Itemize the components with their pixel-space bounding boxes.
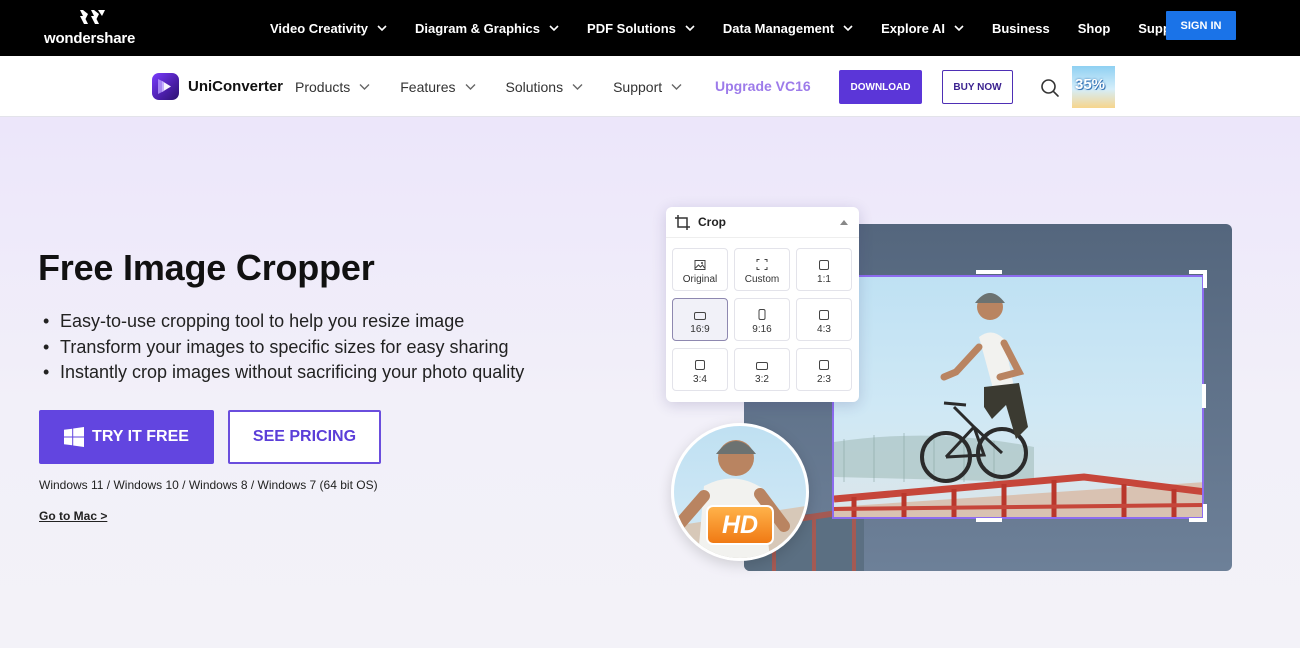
crop-corner-top-right[interactable] xyxy=(1189,270,1207,288)
chevron-down-icon xyxy=(465,84,475,90)
product-nav-item-features[interactable]: Features xyxy=(400,79,475,95)
crop-corner-bottom-right[interactable] xyxy=(1189,504,1207,522)
global-nav-bar: wondershare Video Creativity Diagram & Gr… xyxy=(0,0,1300,56)
crop-ratio-label: 16:9 xyxy=(690,324,710,335)
crop-ratio-label: 3:2 xyxy=(755,374,769,385)
crop-ratio-option[interactable]: Custom xyxy=(734,248,790,291)
global-nav-item-pdf-solutions[interactable]: PDF Solutions xyxy=(587,21,695,36)
global-nav-item-video-creativity[interactable]: Video Creativity xyxy=(270,21,387,36)
crop-ratio-label: 1:1 xyxy=(817,274,831,285)
chevron-down-icon xyxy=(359,84,370,90)
product-nav-label: Products xyxy=(295,78,351,95)
wondershare-logo[interactable]: wondershare xyxy=(44,8,138,48)
go-to-mac-link[interactable]: Go to Mac > xyxy=(39,509,107,523)
hd-badge: HD xyxy=(706,505,774,545)
try-it-free-button[interactable]: TRY IT FREE xyxy=(39,410,214,464)
global-nav-label: Video Creativity xyxy=(270,20,369,36)
chevron-down-icon xyxy=(954,25,964,32)
crop-handle-top[interactable] xyxy=(976,270,1002,274)
crop-ratio-option[interactable]: Original xyxy=(672,248,728,291)
global-nav-item-explore-ai[interactable]: Explore AI xyxy=(881,21,964,36)
chevron-down-icon xyxy=(549,25,559,32)
product-nav-item-products[interactable]: Products xyxy=(295,79,370,95)
square-icon xyxy=(819,307,829,325)
crop-panel: Crop Original Custom 1:1 16:9 9:16 4:3 3:4 3:2 2… xyxy=(666,207,859,402)
buy-now-button[interactable]: BUY NOW xyxy=(942,70,1013,104)
crop-ratio-option[interactable]: 4:3 xyxy=(796,298,852,341)
wondershare-wordmark: wondershare xyxy=(44,30,136,47)
custom-frame-icon xyxy=(756,257,768,275)
os-compatibility-note: Windows 11 / Windows 10 / Windows 8 / Wi… xyxy=(39,478,378,492)
uniconverter-logo-icon[interactable] xyxy=(152,73,179,100)
promo-banner[interactable]: 35% xyxy=(1072,66,1115,108)
chevron-down-icon xyxy=(572,84,583,90)
square-icon xyxy=(695,357,705,375)
product-nav-menu: Products Features Solutions Support xyxy=(295,56,712,117)
crop-handle-right[interactable] xyxy=(1202,384,1206,408)
crop-panel-title: Crop xyxy=(698,215,726,229)
chevron-down-icon xyxy=(685,25,695,32)
crop-ratio-option[interactable]: 9:16 xyxy=(734,298,790,341)
global-nav-label: Explore AI xyxy=(881,20,945,36)
search-icon[interactable] xyxy=(1040,78,1060,98)
crop-ratio-label: Custom xyxy=(744,274,780,285)
global-nav-item-data-management[interactable]: Data Management xyxy=(723,21,853,36)
global-nav-label: Data Management xyxy=(722,20,835,36)
promo-discount: 35% xyxy=(1075,76,1106,93)
product-nav-label: Solutions xyxy=(505,78,564,95)
image-icon xyxy=(694,257,706,275)
product-nav-item-solutions[interactable]: Solutions xyxy=(506,79,584,95)
crop-ratio-option[interactable]: 1:1 xyxy=(796,248,852,291)
bmx-rider-illustration xyxy=(834,293,1202,517)
product-nav-label: Features xyxy=(400,78,456,95)
chevron-down-icon xyxy=(843,25,853,32)
crop-ratio-option[interactable]: 2:3 xyxy=(796,348,852,391)
feature-list: Easy-to-use cropping tool to help you re… xyxy=(43,309,524,386)
landscape-icon xyxy=(756,357,768,375)
landscape-icon xyxy=(694,307,706,325)
global-nav-label: PDF Solutions xyxy=(587,20,676,36)
try-it-free-label: TRY IT FREE xyxy=(92,428,189,445)
wondershare-mark-icon xyxy=(74,10,105,24)
crop-ratio-label: Original xyxy=(682,274,718,285)
crop-ratio-option[interactable]: 3:4 xyxy=(672,348,728,391)
crop-ratio-label: 3:4 xyxy=(693,374,707,385)
square-icon xyxy=(819,257,829,275)
global-nav-menu: Video Creativity Diagram & Graphics PDF So… xyxy=(270,0,1216,56)
global-nav-item-shop[interactable]: Shop xyxy=(1078,21,1111,36)
sign-in-button[interactable]: SIGN IN xyxy=(1166,11,1236,40)
crop-icon xyxy=(675,215,690,230)
feature-item: Instantly crop images without sacrificin… xyxy=(43,360,524,386)
crop-ratio-label: 9:16 xyxy=(752,324,772,335)
crop-ratio-label: 4:3 xyxy=(817,324,831,335)
upgrade-link[interactable]: Upgrade VC16 xyxy=(715,78,811,94)
crop-ratio-option[interactable]: 3:2 xyxy=(734,348,790,391)
product-name[interactable]: UniConverter xyxy=(188,78,283,95)
crop-handle-bottom[interactable] xyxy=(976,518,1002,522)
crop-area[interactable] xyxy=(832,275,1204,519)
windows-icon xyxy=(64,427,85,447)
product-nav-item-support[interactable]: Support xyxy=(613,79,682,95)
global-nav-item-business[interactable]: Business xyxy=(992,21,1050,36)
see-pricing-button[interactable]: SEE PRICING xyxy=(228,410,381,464)
square-icon xyxy=(819,357,829,375)
crop-ratio-label: 2:3 xyxy=(817,374,831,385)
global-nav-item-diagram-graphics[interactable]: Diagram & Graphics xyxy=(415,21,559,36)
feature-item: Easy-to-use cropping tool to help you re… xyxy=(43,309,524,335)
chevron-down-icon xyxy=(377,25,387,32)
chevron-up-icon[interactable] xyxy=(840,219,848,225)
global-nav-label: Shop xyxy=(1077,20,1111,36)
portrait-icon xyxy=(758,307,766,325)
chevron-down-icon xyxy=(671,84,682,90)
crop-ratio-option[interactable]: 16:9 xyxy=(672,298,728,341)
download-button[interactable]: DOWNLOAD xyxy=(839,70,922,104)
feature-item: Transform your images to specific sizes … xyxy=(43,335,524,361)
global-nav-label: Diagram & Graphics xyxy=(415,20,541,36)
play-icon xyxy=(158,79,171,94)
global-nav-label: Business xyxy=(991,20,1050,36)
page-title: Free Image Cropper xyxy=(38,247,375,288)
crop-panel-header[interactable]: Crop xyxy=(666,207,859,238)
product-nav-label: Support xyxy=(613,78,663,95)
